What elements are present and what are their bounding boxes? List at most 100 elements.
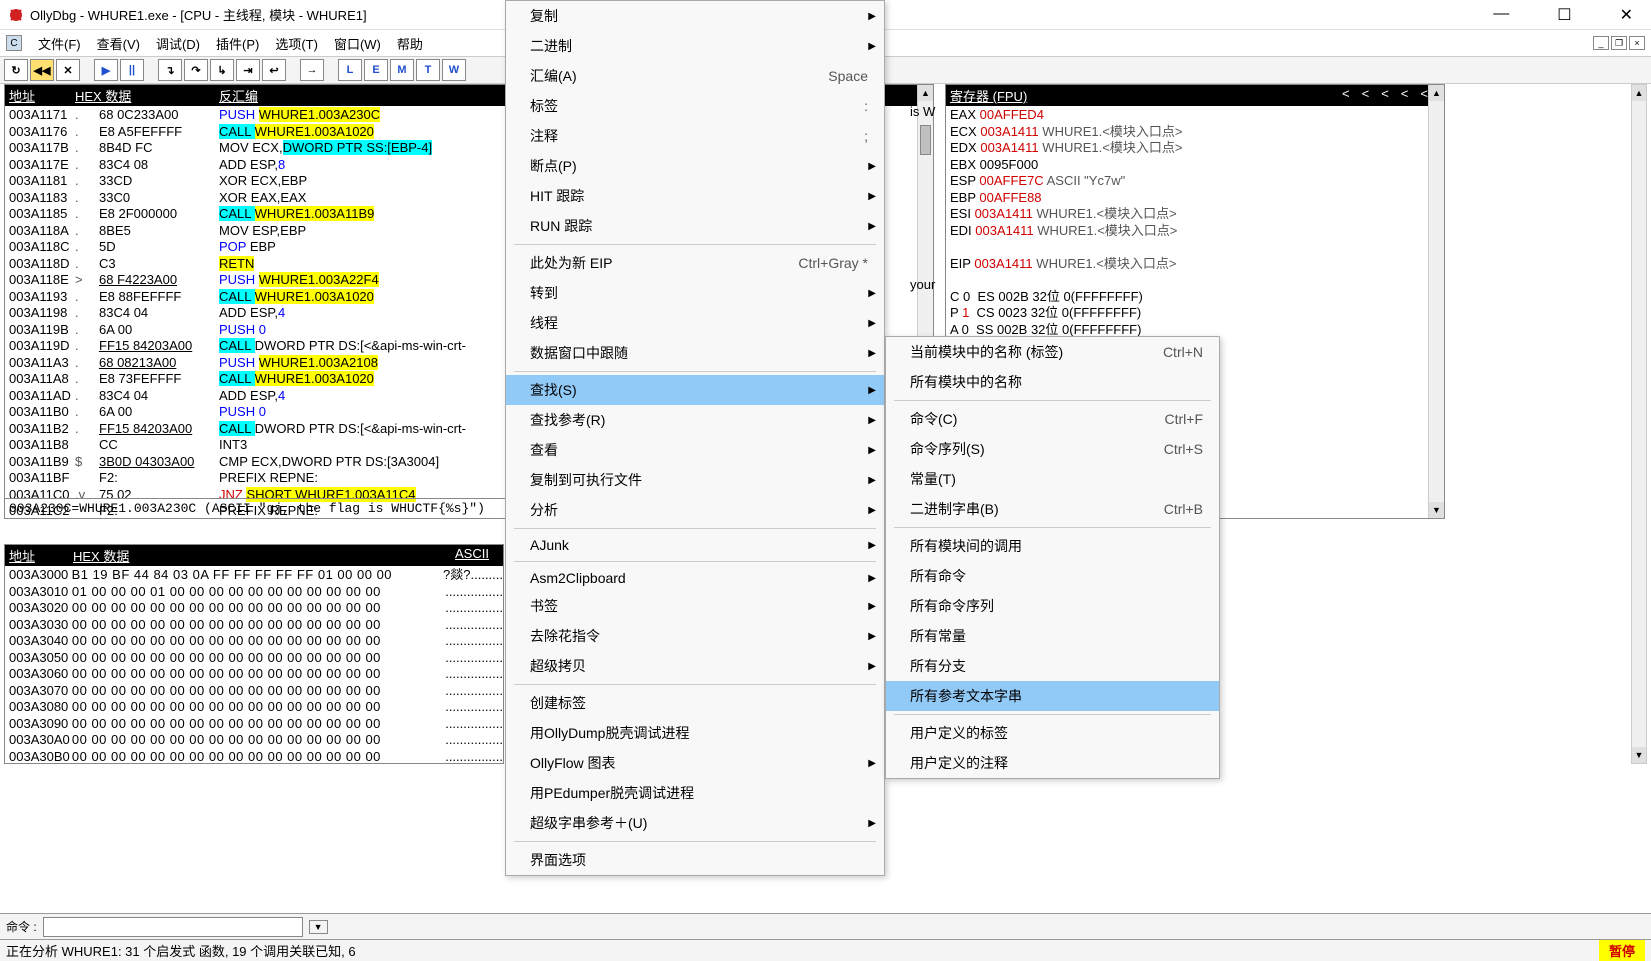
- menu-item[interactable]: 帮助: [389, 34, 431, 55]
- command-input[interactable]: [43, 917, 303, 937]
- context-menu-item[interactable]: 线程▶: [506, 308, 884, 338]
- context-menu-item[interactable]: 去除花指令▶: [506, 621, 884, 651]
- context-menu-item[interactable]: 断点(P)▶: [506, 151, 884, 181]
- maximize-button[interactable]: ☐: [1547, 3, 1581, 27]
- context-menu-item[interactable]: 所有常量: [886, 621, 1219, 651]
- scroll-up-icon[interactable]: ▲: [918, 85, 933, 101]
- context-menu-item[interactable]: 此处为新 EIPCtrl+Gray *: [506, 248, 884, 278]
- register-line[interactable]: ESI 003A1411 WHURE1.<模块入口点>: [946, 206, 1444, 223]
- mdi-system-icon[interactable]: C: [6, 35, 22, 51]
- context-menu-item[interactable]: 用PEdumper脱壳调试进程: [506, 778, 884, 808]
- register-line[interactable]: EBP 00AFFE88: [946, 190, 1444, 207]
- register-line[interactable]: ESP 00AFFE7C ASCII "Yc7w": [946, 173, 1444, 190]
- context-menu-item[interactable]: 汇编(A)Space: [506, 61, 884, 91]
- context-menu-item[interactable]: 所有参考文本字串: [886, 681, 1219, 711]
- scroll-up-icon[interactable]: ▲: [1429, 85, 1444, 101]
- context-menu-item[interactable]: OllyFlow 图表▶: [506, 748, 884, 778]
- toolbar-window-button[interactable]: L: [338, 59, 362, 81]
- run-button[interactable]: ▶: [94, 59, 118, 81]
- register-line[interactable]: EDX 003A1411 WHURE1.<模块入口点>: [946, 140, 1444, 157]
- context-menu-item[interactable]: 数据窗口中跟随▶: [506, 338, 884, 368]
- flag-line[interactable]: P 1 CS 0023 32位 0(FFFFFFFF): [946, 305, 1444, 322]
- hex-line[interactable]: 003A301001 00 00 00 01 00 00 00 00 00 00…: [5, 584, 503, 601]
- context-menu-item[interactable]: 当前模块中的名称 (标签)Ctrl+N: [886, 337, 1219, 367]
- context-menu-item[interactable]: 查看▶: [506, 435, 884, 465]
- hex-line[interactable]: 003A30B000 00 00 00 00 00 00 00 00 00 00…: [5, 749, 503, 765]
- context-menu-item[interactable]: 超级拷贝▶: [506, 651, 884, 681]
- hex-line[interactable]: 003A306000 00 00 00 00 00 00 00 00 00 00…: [5, 666, 503, 683]
- mdi-close-icon[interactable]: ×: [1629, 36, 1645, 50]
- toolbar-window-button[interactable]: W: [442, 59, 466, 81]
- register-line[interactable]: EDI 003A1411 WHURE1.<模块入口点>: [946, 223, 1444, 240]
- context-menu-item[interactable]: RUN 跟踪▶: [506, 211, 884, 241]
- context-menu-item[interactable]: 所有分支: [886, 651, 1219, 681]
- toolbar-window-button[interactable]: T: [416, 59, 440, 81]
- menu-item[interactable]: 窗口(W): [326, 34, 389, 55]
- context-menu-item[interactable]: 查找参考(R)▶: [506, 405, 884, 435]
- context-menu-item[interactable]: 分析▶: [506, 495, 884, 525]
- register-nav-arrows[interactable]: <<<<<: [1342, 86, 1440, 105]
- context-menu-item[interactable]: 二进制▶: [506, 31, 884, 61]
- register-line[interactable]: EAX 00AFFED4: [946, 107, 1444, 124]
- context-menu-item[interactable]: 用OllyDump脱壳调试进程: [506, 718, 884, 748]
- hex-line[interactable]: 003A303000 00 00 00 00 00 00 00 00 00 00…: [5, 617, 503, 634]
- trace-over-button[interactable]: ⇥: [236, 59, 260, 81]
- context-menu-item[interactable]: 所有命令: [886, 561, 1219, 591]
- menu-item[interactable]: 插件(P): [208, 34, 267, 55]
- scroll-down-icon[interactable]: ▼: [1429, 502, 1444, 518]
- context-menu-item[interactable]: 界面选项: [506, 845, 884, 875]
- context-menu-item[interactable]: Asm2Clipboard▶: [506, 565, 884, 591]
- hex-line[interactable]: 003A304000 00 00 00 00 00 00 00 00 00 00…: [5, 633, 503, 650]
- hex-line[interactable]: 003A308000 00 00 00 00 00 00 00 00 00 00…: [5, 699, 503, 716]
- context-menu-item[interactable]: AJunk▶: [506, 532, 884, 558]
- context-menu-item[interactable]: 书签▶: [506, 591, 884, 621]
- hex-body[interactable]: 003A3000B1 19 BF 44 84 03 0A FF FF FF FF…: [5, 566, 503, 764]
- context-menu-item[interactable]: 查找(S)▶: [506, 375, 884, 405]
- execute-till-return-button[interactable]: ↩: [262, 59, 286, 81]
- hex-line[interactable]: 003A30A000 00 00 00 00 00 00 00 00 00 00…: [5, 732, 503, 749]
- mdi-restore-icon[interactable]: ❐: [1611, 36, 1627, 50]
- step-over-button[interactable]: ↷: [184, 59, 208, 81]
- context-menu-item[interactable]: 创建标签: [506, 688, 884, 718]
- menu-item[interactable]: 选项(T): [267, 34, 326, 55]
- context-menu-item[interactable]: 命令序列(S)Ctrl+S: [886, 434, 1219, 464]
- context-menu-item[interactable]: 命令(C)Ctrl+F: [886, 404, 1219, 434]
- context-menu-main[interactable]: 复制▶二进制▶汇编(A)Space标签:注释;断点(P)▶HIT 跟踪▶RUN …: [505, 0, 885, 876]
- context-menu-item[interactable]: 标签:: [506, 91, 884, 121]
- context-menu-item[interactable]: 常量(T): [886, 464, 1219, 494]
- context-menu-item[interactable]: 用户定义的标签: [886, 718, 1219, 748]
- hex-line[interactable]: 003A307000 00 00 00 00 00 00 00 00 00 00…: [5, 683, 503, 700]
- rewind-button[interactable]: ◀◀: [30, 59, 54, 81]
- context-menu-item[interactable]: 复制到可执行文件▶: [506, 465, 884, 495]
- trace-into-button[interactable]: ↳: [210, 59, 234, 81]
- context-menu-item[interactable]: 用户定义的注释: [886, 748, 1219, 778]
- context-menu-item[interactable]: 所有模块中的名称: [886, 367, 1219, 397]
- menu-item[interactable]: 文件(F): [30, 34, 89, 55]
- hex-line[interactable]: 003A302000 00 00 00 00 00 00 00 00 00 00…: [5, 600, 503, 617]
- toolbar-window-button[interactable]: M: [390, 59, 414, 81]
- context-menu-item[interactable]: 复制▶: [506, 1, 884, 31]
- context-menu-item[interactable]: 二进制字串(B)Ctrl+B: [886, 494, 1219, 524]
- context-menu-item[interactable]: 超级字串参考＋(U)▶: [506, 808, 884, 838]
- context-menu-item[interactable]: 所有模块间的调用: [886, 531, 1219, 561]
- context-menu-item[interactable]: 转到▶: [506, 278, 884, 308]
- goto-button[interactable]: →: [300, 59, 324, 81]
- context-menu-item[interactable]: 所有命令序列: [886, 591, 1219, 621]
- close-debug-button[interactable]: ✕: [56, 59, 80, 81]
- context-menu-item[interactable]: 注释;: [506, 121, 884, 151]
- step-into-button[interactable]: ↴: [158, 59, 182, 81]
- menu-item[interactable]: 查看(V): [89, 34, 148, 55]
- context-menu-search[interactable]: 当前模块中的名称 (标签)Ctrl+N所有模块中的名称命令(C)Ctrl+F命令…: [885, 336, 1220, 779]
- outer-scrollbar[interactable]: ▲ ▼: [1631, 84, 1647, 764]
- close-button[interactable]: ✕: [1610, 3, 1643, 27]
- register-line[interactable]: EBX 0095F000: [946, 157, 1444, 174]
- registers-body[interactable]: EAX 00AFFED4ECX 003A1411 WHURE1.<模块入口点>E…: [946, 106, 1444, 372]
- command-dropdown-icon[interactable]: ▼: [309, 920, 328, 934]
- hex-line[interactable]: 003A305000 00 00 00 00 00 00 00 00 00 00…: [5, 650, 503, 667]
- restart-button[interactable]: ↻: [4, 59, 28, 81]
- flag-line[interactable]: C 0 ES 002B 32位 0(FFFFFFFF): [946, 289, 1444, 306]
- registers-scrollbar[interactable]: ▲ ▼: [1428, 85, 1444, 518]
- hex-line[interactable]: 003A309000 00 00 00 00 00 00 00 00 00 00…: [5, 716, 503, 733]
- register-line[interactable]: ECX 003A1411 WHURE1.<模块入口点>: [946, 124, 1444, 141]
- minimize-button[interactable]: —: [1483, 3, 1519, 27]
